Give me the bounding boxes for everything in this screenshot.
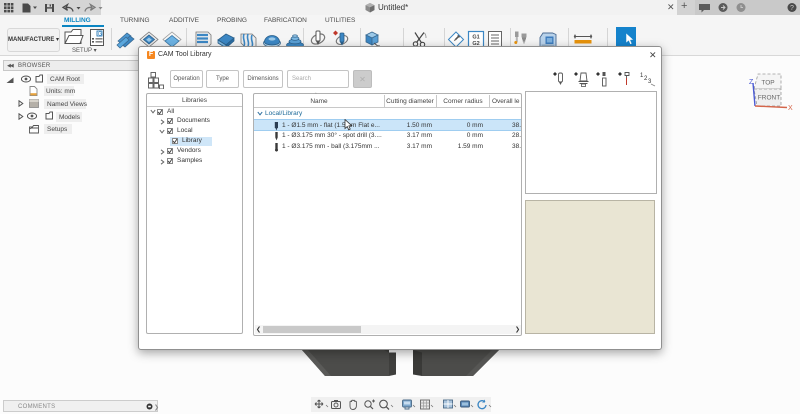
svg-text:X: X bbox=[788, 105, 793, 112]
svg-text:G: G bbox=[98, 31, 102, 37]
svg-text:TOP: TOP bbox=[761, 80, 774, 87]
svg-text:G1: G1 bbox=[472, 35, 479, 41]
svg-text:Z: Z bbox=[749, 79, 754, 86]
svg-text:FRONT: FRONT bbox=[758, 95, 780, 102]
svg-text:?: ? bbox=[790, 5, 794, 12]
